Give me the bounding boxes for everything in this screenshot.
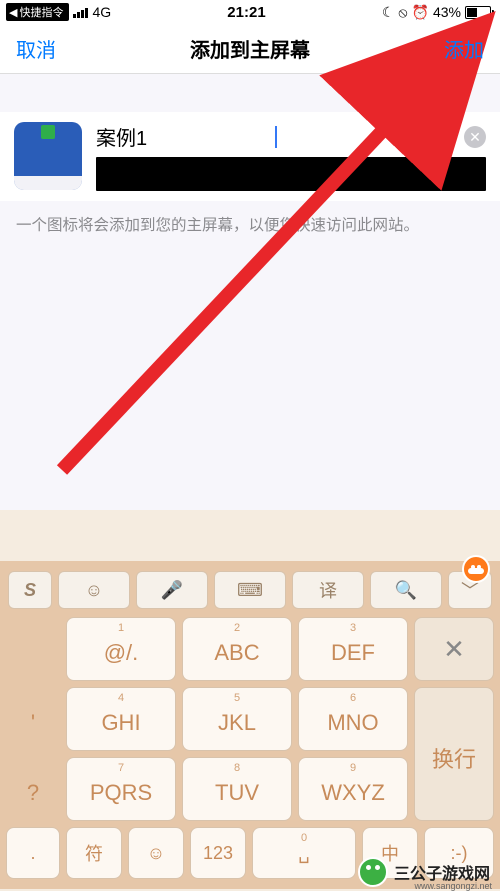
battery-pct: 43% — [433, 4, 461, 20]
key-3-def[interactable]: 3DEF — [298, 617, 408, 681]
add-button[interactable]: 添加 — [444, 34, 484, 63]
network-label: 4G — [92, 4, 111, 20]
key-6-mno[interactable]: 6MNO — [298, 687, 408, 751]
hint-text: 一个图标将会添加到您的主屏幕，以便您快速访问此网站。 — [0, 201, 500, 237]
backspace-key[interactable]: ✕ — [414, 617, 494, 681]
key-side-period[interactable]: . — [6, 827, 60, 879]
mic-button[interactable]: 🎤 — [136, 571, 208, 609]
status-bar: ◀ 快捷指令 4G 21:21 ☾ ⦸ ⏰ 43% — [0, 0, 500, 24]
key-8-tuv[interactable]: 8TUV — [182, 757, 292, 821]
status-right: ☾ ⦸ ⏰ 43% — [382, 4, 494, 21]
moon-icon: ☾ — [382, 4, 395, 21]
page-title: 添加到主屏幕 — [0, 34, 500, 63]
dnd-icon: ⦸ — [398, 4, 407, 21]
icon-preview — [14, 122, 82, 190]
nav-bar: 取消 添加到主屏幕 添加 — [0, 24, 500, 74]
keyboard: S ☺ 🎤 ⌨ 译 🔍 ﹀ 1@/. 2ABC 3DEF ✕ ' 4GHI 5J… — [0, 561, 500, 889]
translate-button[interactable]: 译 — [292, 571, 364, 609]
clear-text-button[interactable]: ✕ — [464, 126, 486, 148]
search-button[interactable]: 🔍 — [370, 571, 442, 609]
key-2-abc[interactable]: 2ABC — [182, 617, 292, 681]
keyboard-avatar-icon — [462, 555, 490, 583]
key-side-blank[interactable] — [6, 617, 60, 681]
emoji-key[interactable]: ☺ — [128, 827, 184, 879]
close-icon: ✕ — [469, 130, 481, 144]
backspace-icon: ✕ — [443, 634, 465, 665]
return-key[interactable]: 换行 — [414, 687, 494, 821]
back-to-app[interactable]: ◀ 快捷指令 — [6, 3, 69, 21]
key-1[interactable]: 1@/. — [66, 617, 176, 681]
keyboard-switch-button[interactable]: ⌨ — [214, 571, 286, 609]
numeric-key[interactable]: 123 — [190, 827, 246, 879]
url-preview — [96, 157, 486, 191]
clock: 21:21 — [227, 4, 265, 21]
shortcut-name-input[interactable]: 案例1 — [96, 122, 267, 151]
sogou-logo-button[interactable]: S — [8, 571, 52, 609]
key-5-jkl[interactable]: 5JKL — [182, 687, 292, 751]
watermark-logo-icon — [358, 857, 388, 887]
cancel-button[interactable]: 取消 — [16, 34, 56, 63]
content-area: 案例1 ✕ 一个图标将会添加到您的主屏幕，以便您快速访问此网站。 — [0, 74, 500, 510]
key-9-wxyz[interactable]: 9WXYZ — [298, 757, 408, 821]
keyboard-grid: 1@/. 2ABC 3DEF ✕ ' 4GHI 5JKL 6MNO 换行 ? 7… — [0, 615, 500, 827]
key-side-apostrophe[interactable]: ' — [6, 687, 60, 751]
keyboard-toolbar: S ☺ 🎤 ⌨ 译 🔍 ﹀ — [0, 561, 500, 615]
space-key[interactable]: 0␣ — [252, 827, 356, 879]
symbol-key[interactable]: 符 — [66, 827, 122, 879]
status-left: ◀ 快捷指令 4G — [6, 3, 111, 21]
key-4-ghi[interactable]: 4GHI — [66, 687, 176, 751]
key-7-pqrs[interactable]: 7PQRS — [66, 757, 176, 821]
watermark-url: www.sangongzi.net — [414, 881, 492, 891]
chevron-left-icon: ◀ — [9, 6, 17, 19]
signal-icon — [73, 6, 88, 18]
key-side-question[interactable]: ? — [6, 757, 60, 821]
shortcut-entry: 案例1 ✕ — [0, 112, 500, 201]
emoji-button[interactable]: ☺ — [58, 571, 130, 609]
battery-icon — [465, 6, 494, 19]
alarm-icon: ⏰ — [412, 4, 429, 21]
text-cursor — [275, 126, 277, 148]
back-app-label: 快捷指令 — [19, 4, 63, 20]
